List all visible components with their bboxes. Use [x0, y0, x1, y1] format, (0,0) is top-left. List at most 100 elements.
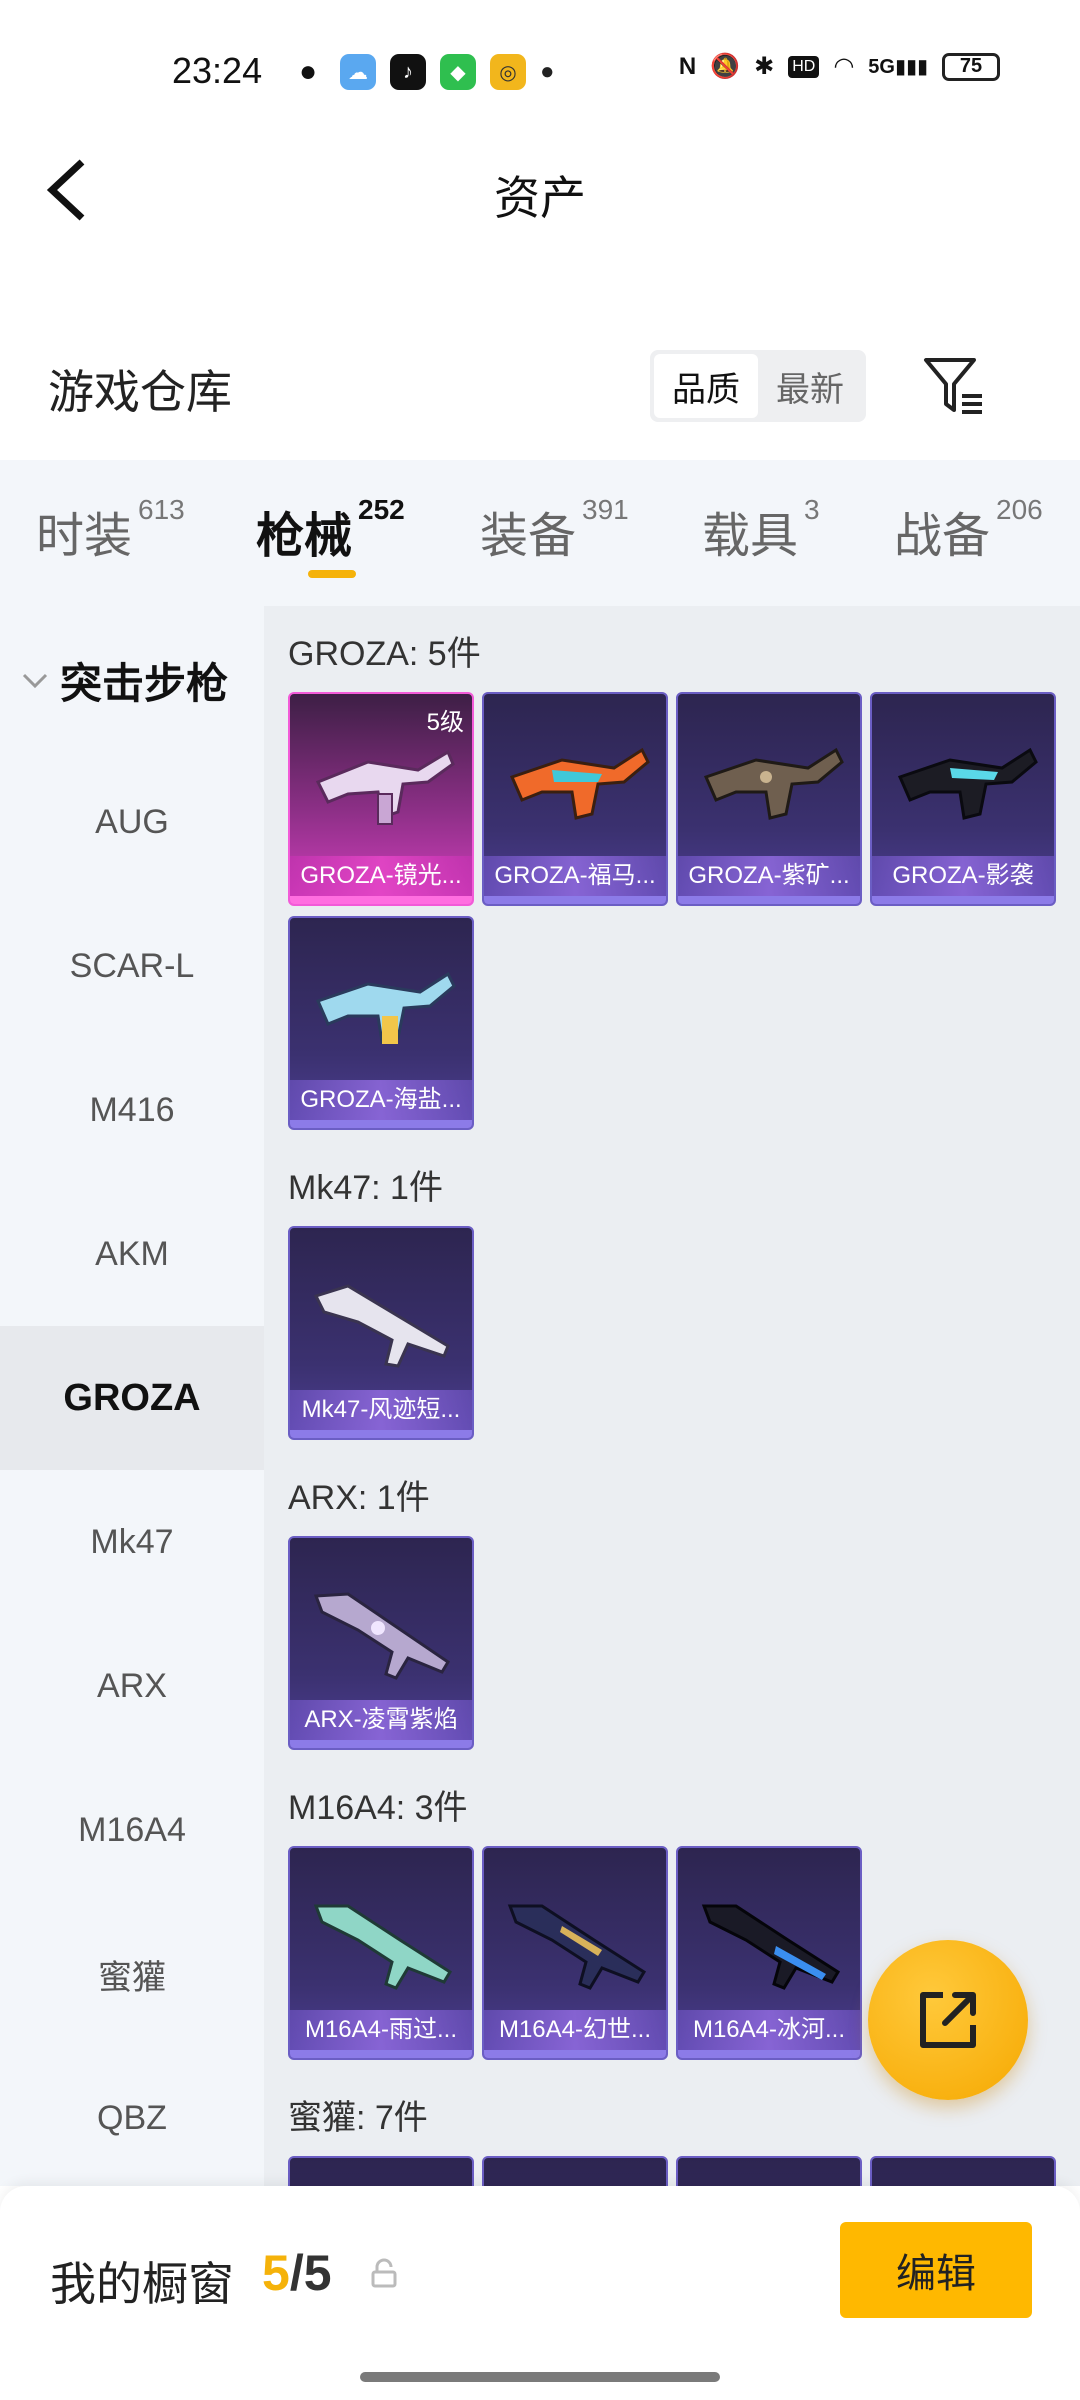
weapon-card[interactable] — [288, 2156, 474, 2186]
weapon-card[interactable] — [676, 2156, 862, 2186]
weapon-card-label: GROZA-影袭 — [872, 856, 1054, 896]
chevron-down-icon — [22, 673, 48, 688]
tab-battle-gear[interactable]: 战备 206 — [894, 494, 1043, 566]
weapon-card[interactable] — [870, 2156, 1056, 2186]
wechat-icon: ● — [290, 54, 326, 90]
active-tab-indicator — [308, 570, 356, 578]
shield-app-icon: ◆ — [440, 54, 476, 90]
gun-image — [315, 749, 455, 825]
weapon-card[interactable] — [482, 2156, 668, 2186]
rarity-bar — [484, 896, 666, 904]
sort-newest-button[interactable]: 最新 — [758, 354, 862, 418]
status-bar: 23:24 ● ☁ ♪ ◆ ◎ ● N 🔕 ✱ HD ◠ 5G▮▮▮ 75 — [0, 0, 1080, 140]
sidebar-group-label: 突击步枪 — [60, 660, 229, 707]
gun-image — [701, 1904, 841, 1990]
share-button[interactable] — [868, 1940, 1028, 2100]
gun-image — [313, 1592, 451, 1680]
gun-image — [507, 1904, 647, 1990]
tab-count: 3 — [804, 494, 820, 525]
filter-icon — [924, 358, 982, 414]
weapon-card-label: M16A4-幻世... — [484, 2010, 666, 2050]
tab-equipment[interactable]: 装备 391 — [480, 494, 629, 566]
status-time: 23:24 — [172, 50, 263, 91]
weapon-card[interactable]: M16A4-幻世... — [482, 1846, 668, 2060]
rarity-bar — [678, 896, 860, 904]
weapon-card-label: GROZA-福马... — [484, 856, 666, 896]
wifi-icon: ◠ — [833, 53, 855, 80]
sidebar-item-honey-badger[interactable]: 蜜獾 — [0, 1902, 264, 2046]
gun-image — [897, 747, 1038, 820]
weapon-card-label: GROZA-紫矿... — [678, 856, 860, 896]
section-title: 游戏仓库 — [48, 366, 232, 418]
dot-icon: ● — [540, 58, 555, 85]
sidebar-item-m16a4[interactable]: M16A4 — [0, 1758, 264, 1902]
showcase-bar: 我的橱窗 5/5 编辑 — [0, 2186, 1080, 2400]
sidebar-item-m416[interactable]: M416 — [0, 1038, 264, 1182]
weapon-card[interactable]: 5级 GROZA-镜光... — [288, 692, 474, 906]
weapon-card-label: ARX-凌霄紫焰 — [290, 1700, 472, 1740]
sidebar-item-scar-l[interactable]: SCAR-L — [0, 894, 264, 1038]
hd-icon: HD — [788, 55, 820, 78]
showcase-count-current: 5 — [262, 2245, 290, 2301]
tab-label: 战备 — [894, 510, 991, 563]
rarity-bar — [290, 1430, 472, 1438]
tab-label: 时装 — [36, 510, 133, 563]
group-title-mk47: Mk47: 1件 — [288, 1169, 443, 1207]
weapon-card[interactable]: M16A4-冰河... — [676, 1846, 862, 2060]
rarity-bar — [290, 1740, 472, 1748]
tab-count: 252 — [358, 494, 405, 525]
tab-label: 枪械 — [256, 510, 353, 563]
weapon-card-label: GROZA-镜光... — [290, 856, 472, 896]
gun-image — [313, 1904, 453, 1990]
system-icons: N 🔕 ✱ HD ◠ 5G▮▮▮ 75 — [679, 52, 1000, 81]
weapon-card-label: Mk47-风迹短... — [290, 1390, 472, 1430]
bluetooth-icon: ✱ — [754, 53, 775, 80]
rarity-bar — [290, 2050, 472, 2058]
sidebar-item-arx[interactable]: ARX — [0, 1614, 264, 1758]
battery-icon: 75 — [942, 52, 1000, 81]
page-title: 资产 — [494, 172, 586, 224]
group-title-m16a4: M16A4: 3件 — [288, 1789, 468, 1827]
sort-toggle: 品质 最新 — [650, 350, 866, 422]
sidebar-item-akm[interactable]: AKM — [0, 1182, 264, 1326]
edit-button[interactable]: 编辑 — [840, 2222, 1032, 2318]
weapon-card[interactable]: GROZA-福马... — [482, 692, 668, 906]
tab-count: 391 — [582, 494, 629, 525]
filter-button[interactable] — [922, 356, 986, 416]
weapon-card[interactable]: M16A4-雨过... — [288, 1846, 474, 2060]
weapon-card-label: M16A4-雨过... — [290, 2010, 472, 2050]
weapon-card[interactable]: GROZA-影袭 — [870, 692, 1056, 906]
weapon-sidebar: 突击步枪 AUG SCAR-L M416 AKM GROZA Mk47 ARX … — [0, 606, 264, 2186]
sort-quality-button[interactable]: 品质 — [654, 354, 758, 418]
rarity-bar — [678, 2050, 860, 2058]
share-icon — [920, 1992, 976, 2048]
tab-guns[interactable]: 枪械 252 — [256, 494, 405, 566]
rarity-bar — [484, 2050, 666, 2058]
category-tabs: 时装 613 枪械 252 装备 391 载具 3 战备 206 — [0, 460, 1080, 606]
rarity-bar — [290, 1120, 472, 1128]
group-title-honey-badger: 蜜獾: 7件 — [288, 2099, 428, 2137]
tab-vehicles[interactable]: 载具 3 — [702, 494, 820, 566]
weapon-card-label: M16A4-冰河... — [678, 2010, 860, 2050]
gun-image — [315, 971, 456, 1044]
sidebar-item-aug[interactable]: AUG — [0, 750, 264, 894]
weapon-card[interactable]: ARX-凌霄紫焰 — [288, 1536, 474, 1750]
mute-icon: 🔕 — [710, 53, 741, 80]
showcase-label: 我的橱窗 — [50, 2258, 234, 2310]
tab-label: 载具 — [702, 510, 799, 563]
weapon-card[interactable]: GROZA-海盐... — [288, 916, 474, 1130]
tab-count: 206 — [996, 494, 1043, 525]
tab-count: 613 — [138, 494, 185, 525]
sidebar-item-mk47[interactable]: Mk47 — [0, 1470, 264, 1614]
gun-image — [703, 747, 844, 820]
tab-fashion[interactable]: 时装 613 — [36, 494, 185, 566]
weapon-card[interactable]: Mk47-风迹短... — [288, 1226, 474, 1440]
showcase-count: 5/5 — [262, 2244, 332, 2302]
weapon-card[interactable]: GROZA-紫矿... — [676, 692, 862, 906]
tiktok-icon: ♪ — [390, 54, 426, 90]
sidebar-item-groza[interactable]: GROZA — [0, 1326, 264, 1470]
notification-icons: ● ☁ ♪ ◆ ◎ ● — [290, 54, 555, 90]
rarity-bar — [290, 896, 472, 904]
sidebar-item-qbz[interactable]: QBZ — [0, 2046, 264, 2190]
sidebar-group-assault-rifles[interactable]: 突击步枪 — [20, 650, 228, 711]
